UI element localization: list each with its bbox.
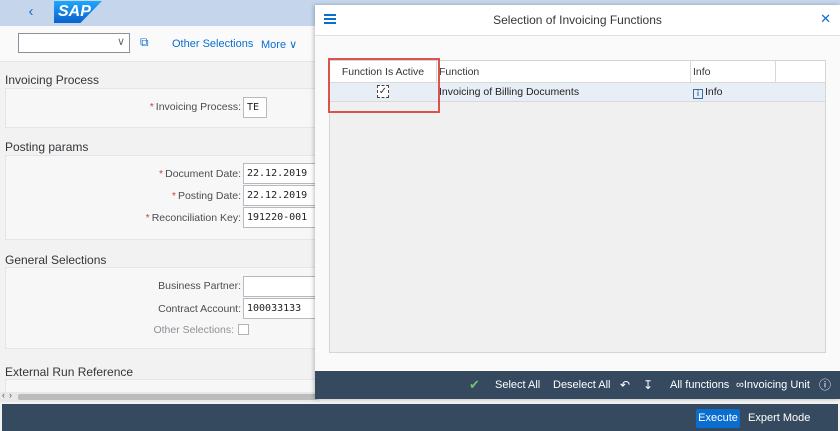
highlight-box (328, 58, 440, 113)
posting-params-panel: * Document Date: 22.12.2019 * Posting Date… (5, 155, 345, 240)
column-info[interactable]: Info (691, 61, 776, 83)
reconciliation-key-input[interactable]: 191220-001 (243, 207, 321, 228)
back-button[interactable]: ‹ (22, 2, 40, 22)
info-icon: i (693, 89, 703, 99)
glasses-icon: ∞ (736, 379, 744, 391)
invoicing-unit-button[interactable]: ∞Invoicing Unit (736, 371, 810, 399)
general-selections-panel: Business Partner: Contract Account: 1000… (5, 267, 345, 349)
dialog-title: Selection of Invoicing Functions (493, 13, 662, 27)
more-menu[interactable]: More ∨ (261, 38, 297, 51)
confirm-check-icon[interactable]: ✔ (469, 371, 480, 399)
info-footer-icon[interactable]: ⓘ (819, 371, 831, 399)
horizontal-scrollbar[interactable]: ‹ › (0, 390, 320, 402)
invoicing-process-label: * Invoicing Process: (149, 101, 241, 113)
reconciliation-key-label: * Reconciliation Key: (145, 212, 241, 224)
document-date-label: * Document Date: (159, 168, 241, 180)
business-partner-label: Business Partner: (158, 280, 241, 292)
scrollbar-thumb[interactable] (18, 394, 318, 400)
deselect-all-button[interactable]: Deselect All (553, 371, 610, 399)
scroll-left-icon[interactable]: ‹ (2, 390, 5, 400)
section-posting-params: Posting params (5, 140, 89, 154)
business-partner-input[interactable] (243, 276, 321, 297)
info-label: Info (705, 86, 723, 98)
page-footer: Execute Expert Mode (2, 404, 838, 431)
all-functions-button[interactable]: All functions (670, 371, 729, 399)
section-invoicing-process: Invoicing Process (5, 73, 100, 87)
invoicing-unit-label: Invoicing Unit (743, 379, 810, 391)
copy-icon[interactable]: ⧉ (140, 35, 154, 49)
undo-icon[interactable]: ↶ (620, 371, 630, 399)
dialog-header: Selection of Invoicing Functions ✕ (315, 5, 840, 36)
invoicing-functions-dialog: Selection of Invoicing Functions ✕ Funct… (315, 5, 840, 399)
posting-date-label: * Posting Date: (171, 190, 241, 202)
column-function[interactable]: Function (437, 61, 691, 83)
more-label: More (261, 39, 287, 51)
execute-button[interactable]: Execute (696, 409, 740, 428)
external-run-reference-panel (5, 379, 345, 393)
invoicing-process-panel: * Invoicing Process: TE (5, 88, 345, 128)
expert-mode-button[interactable]: Expert Mode (748, 409, 810, 428)
contract-account-label: Contract Account: (158, 303, 241, 315)
info-cell[interactable]: i Info (691, 83, 776, 102)
dialog-footer: ✔ Select All Deselect All ↶ ↧ All functi… (315, 371, 840, 399)
section-external-run-reference: External Run Reference (5, 365, 134, 379)
other-selections-checkbox[interactable] (238, 324, 249, 335)
variant-select[interactable]: ∨ (18, 33, 130, 53)
chevron-down-icon: ∨ (116, 36, 125, 48)
document-date-input[interactable]: 22.12.2019 (243, 163, 321, 184)
posting-date-input[interactable]: 22.12.2019 (243, 185, 321, 206)
contract-account-input[interactable]: 100033133 (243, 298, 321, 319)
other-selections-link[interactable]: Other Selections (172, 38, 253, 50)
function-cell: Invoicing of Billing Documents (439, 86, 580, 98)
select-all-button[interactable]: Select All (495, 371, 540, 399)
invoicing-process-input[interactable]: TE (243, 97, 267, 118)
other-selections-label: Other Selections: (153, 324, 234, 336)
close-icon[interactable]: ✕ (820, 11, 831, 27)
scroll-right-icon[interactable]: › (9, 390, 12, 400)
section-general-selections: General Selections (5, 253, 107, 267)
sort-icon[interactable]: ↧ (643, 371, 653, 399)
sap-logo: SAP (54, 1, 102, 23)
